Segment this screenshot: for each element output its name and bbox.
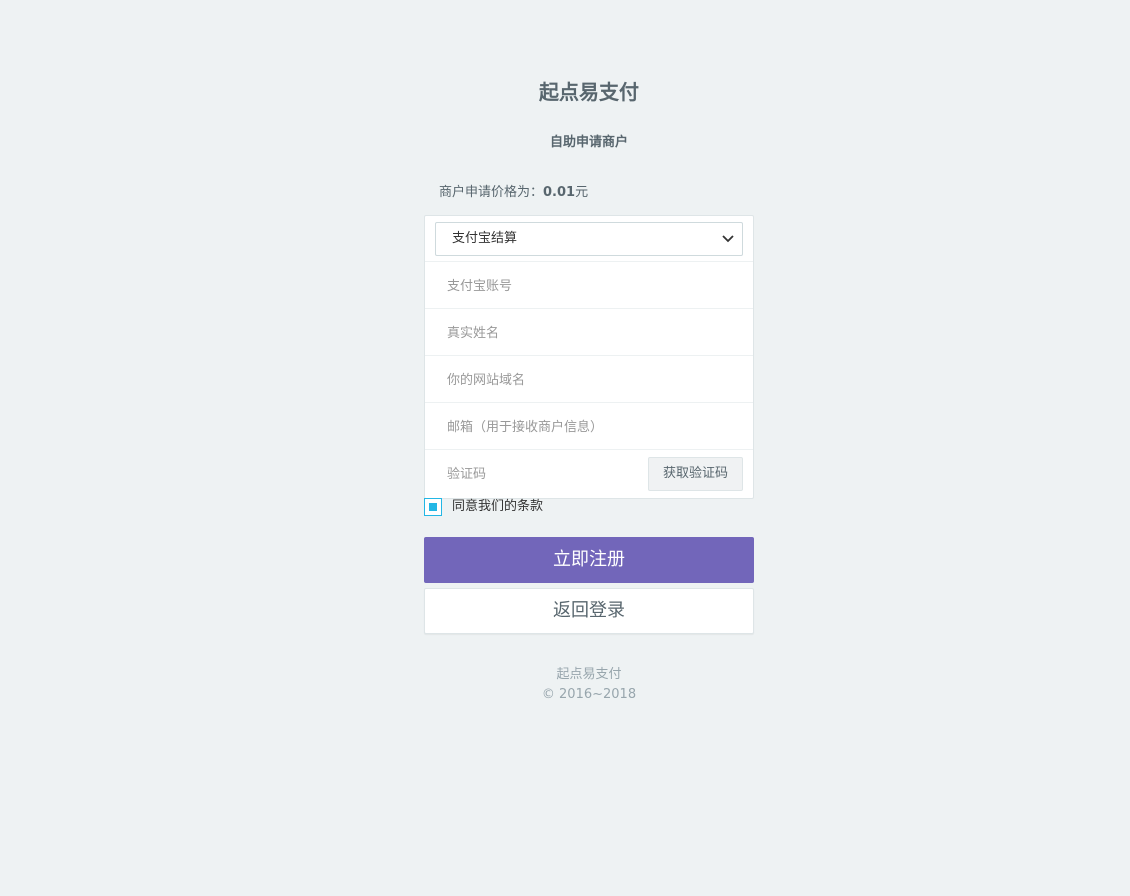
name-row (425, 310, 753, 356)
page-subtitle: 自助申请商户 (549, 135, 628, 150)
register-form: 支付宝结算 获取验证码 (424, 215, 754, 499)
verification-code-input[interactable] (425, 451, 645, 497)
code-row: 获取验证码 (425, 451, 753, 497)
page-title: 起点易支付 (539, 80, 639, 104)
back-to-login-button[interactable]: 返回登录 (424, 588, 754, 634)
website-domain-input[interactable] (425, 357, 753, 403)
price-value: 0.01 (543, 185, 576, 200)
footer-copyright: © 2016~2018 (541, 687, 637, 702)
domain-row (425, 357, 753, 403)
price-unit: 元 (575, 185, 589, 200)
agree-label[interactable]: 同意我们的条款 (452, 498, 543, 516)
alipay-account-input[interactable] (425, 263, 753, 309)
price-label: 商户申请价格为： (439, 185, 544, 200)
settlement-select-value: 支付宝结算 (452, 231, 518, 246)
checkbox-checked-icon (429, 503, 437, 511)
footer-brand: 起点易支付 (556, 667, 622, 682)
email-row (425, 404, 753, 450)
price-line: 商户申请价格为：0.01元 (439, 181, 588, 200)
footer: 起点易支付 © 2016~2018 (424, 665, 754, 705)
register-button[interactable]: 立即注册 (424, 537, 754, 583)
agree-checkbox[interactable] (424, 498, 442, 516)
real-name-input[interactable] (425, 310, 753, 356)
get-code-button[interactable]: 获取验证码 (648, 457, 743, 491)
chevron-down-icon (722, 223, 734, 255)
settlement-select[interactable]: 支付宝结算 (435, 222, 743, 256)
email-input[interactable] (425, 404, 753, 450)
settlement-row: 支付宝结算 (425, 216, 753, 262)
account-row (425, 263, 753, 309)
